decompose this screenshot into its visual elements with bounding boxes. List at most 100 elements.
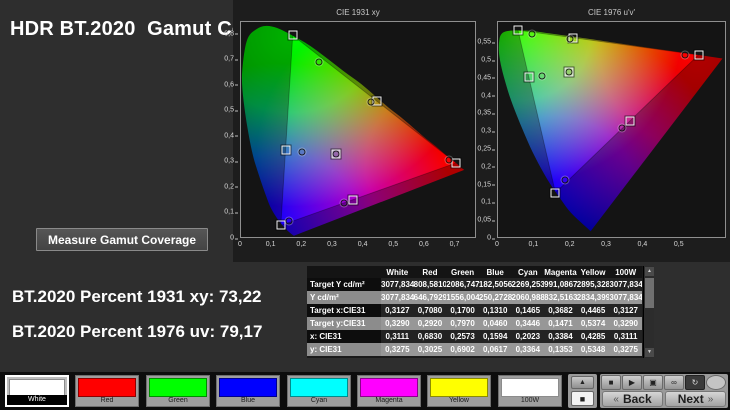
pattern-label: Blue — [240, 397, 255, 404]
table-cell: 0,7080 — [413, 304, 447, 317]
table-cell: 0,6830 — [413, 330, 447, 343]
table-row: y: CIE31 0,3275 0,3025 0,6902 0,0617 0,3364 0,… — [307, 343, 642, 356]
table-cell: 250,2728 — [478, 291, 512, 304]
pattern-tile-green[interactable]: Green — [146, 375, 210, 407]
table-cell: 0,3290 — [381, 317, 414, 330]
table-cell: 2086,7474 — [446, 278, 479, 291]
column-header-100w: 100W — [609, 266, 642, 278]
x-tick-label: 0,7 — [449, 241, 460, 248]
table-scrollbar[interactable]: ▲ ▼ — [643, 266, 654, 358]
table-row: x: CIE31 0,3111 0,6830 0,2573 0,1594 0,2023 0,… — [307, 330, 642, 343]
cie1976-x-axis: 0 0,1 0,2 0,3 0,4 0,5 — [495, 240, 726, 250]
measured-red-marker — [681, 51, 689, 59]
table-cell: 0,6902 — [446, 343, 479, 356]
table-cell: 0,1310 — [478, 304, 512, 317]
play-button[interactable]: ▶ — [622, 375, 642, 390]
table-header: White Red Green Blue Cyan Magenta Yellow 100W — [307, 266, 642, 278]
measured-blue-marker — [285, 217, 293, 225]
measured-white-marker — [565, 68, 573, 76]
table-cell: 832,5163 — [544, 291, 577, 304]
y-tick-label: 0,1 — [217, 209, 238, 216]
measured-cyan-marker — [298, 148, 306, 156]
save-button[interactable]: ▣ — [643, 375, 663, 390]
infinity-button[interactable]: ∞ — [664, 375, 684, 390]
table-cell: 0,3111 — [381, 330, 414, 343]
next-button[interactable]: Next » — [665, 391, 726, 407]
x-tick-label: 0,4 — [357, 241, 368, 248]
round-button[interactable] — [706, 375, 726, 390]
pattern-tile-blue[interactable]: Blue — [216, 375, 280, 407]
table-cell: 0,1471 — [544, 317, 577, 330]
table-cell: 3077,8341 — [381, 278, 414, 291]
y-tick-label: 0,2 — [217, 183, 238, 190]
table-cell: 2895,3285 — [576, 278, 610, 291]
pattern-window-button[interactable]: ■ — [571, 391, 594, 406]
target-cyan-marker — [280, 144, 292, 156]
y-tick-label: 0 — [476, 235, 495, 242]
cie1931-y-axis: 0 0,1 0,2 0,3 0,4 0,5 0,6 0,7 0,8 — [217, 21, 238, 242]
target-cyan-marker — [523, 71, 535, 83]
pattern-up-icon: ▲ — [579, 379, 586, 386]
y-tick-label: 0,7 — [217, 56, 238, 63]
table-cell: 0,2023 — [511, 330, 545, 343]
table-cell: 2060,9883 — [511, 291, 545, 304]
table-cell: 0,7970 — [446, 317, 479, 330]
measurement-table-panel: White Red Green Blue Cyan Magenta Yellow 100W Ta… — [307, 266, 654, 358]
pattern-label: Red — [100, 397, 114, 404]
table-cell: 3077,8341 — [609, 291, 642, 304]
loop-icon: ↻ — [691, 378, 699, 387]
y-tick-label: 0,4 — [476, 92, 495, 99]
table-cell: 0,2573 — [446, 330, 479, 343]
table-cell: 0,1594 — [478, 330, 512, 343]
table-cell: 182,5056 — [478, 278, 512, 291]
scroll-down-icon[interactable]: ▼ — [645, 348, 654, 357]
measured-red-marker — [445, 156, 453, 164]
scrollbar-thumb[interactable] — [645, 278, 654, 308]
column-header-yellow: Yellow — [576, 266, 610, 278]
y-tick-label: 0,5 — [217, 107, 238, 114]
pattern-tile-cyan[interactable]: Cyan — [287, 375, 351, 407]
y-tick-label: 0,2 — [476, 163, 495, 170]
y-tick-label: 0,4 — [217, 132, 238, 139]
measured-yellow-marker — [566, 35, 574, 43]
pattern-tile-white[interactable]: White — [5, 375, 69, 407]
pattern-swatch — [219, 378, 277, 397]
pattern-swatch — [290, 378, 348, 397]
measured-yellow-marker — [367, 98, 375, 106]
target-red-marker — [450, 157, 462, 169]
target-magenta-marker — [624, 115, 636, 127]
x-tick-label: 0,1 — [528, 241, 539, 248]
pattern-label: 100W — [520, 397, 540, 404]
table-cell: 0,4465 — [576, 304, 610, 317]
measured-magenta-marker — [340, 199, 348, 207]
pattern-swatch — [501, 378, 559, 397]
y-tick-label: 0,25 — [477, 145, 495, 153]
cie1931-plot — [240, 21, 476, 238]
pattern-tile-red[interactable]: Red — [75, 375, 139, 407]
table-header-row: White Red Green Blue Cyan Magenta Yellow 100W — [307, 266, 642, 278]
measured-white-marker — [332, 150, 340, 158]
scroll-up-icon[interactable]: ▲ — [645, 267, 654, 276]
result-1976-uv: BT.2020 Percent 1976 uv: 79,17 — [12, 322, 263, 341]
back-button[interactable]: « Back — [602, 391, 663, 407]
x-tick-label: 0,6 — [419, 241, 429, 248]
table-cell: 0,4285 — [576, 330, 610, 343]
measured-magenta-marker — [618, 124, 626, 132]
loop-button[interactable]: ↻ — [685, 375, 705, 390]
table-cell: 0,3446 — [511, 317, 545, 330]
table-corner-cell — [307, 266, 381, 278]
measure-gamut-button[interactable]: Measure Gamut Coverage — [36, 228, 209, 251]
pattern-label: White — [7, 395, 67, 405]
pattern-tile-yellow[interactable]: Yellow — [427, 375, 491, 407]
pattern-tile-magenta[interactable]: Magenta — [357, 375, 421, 407]
table-body: Target Y cd/m²3077,8341808,58102086,7474… — [307, 278, 642, 356]
table-cell: 0,5374 — [576, 317, 610, 330]
stop-button[interactable]: ■ — [601, 375, 621, 390]
next-chevron-icon: » — [707, 393, 714, 405]
x-tick-label: 0 — [238, 241, 242, 248]
table-cell: 2834,3994 — [576, 291, 610, 304]
column-header-magenta: Magenta — [544, 266, 577, 278]
y-tick-label: 0,45 — [477, 74, 495, 82]
pattern-up-button[interactable]: ▲ — [571, 376, 594, 389]
pattern-tile-100w[interactable]: 100W — [498, 375, 562, 407]
